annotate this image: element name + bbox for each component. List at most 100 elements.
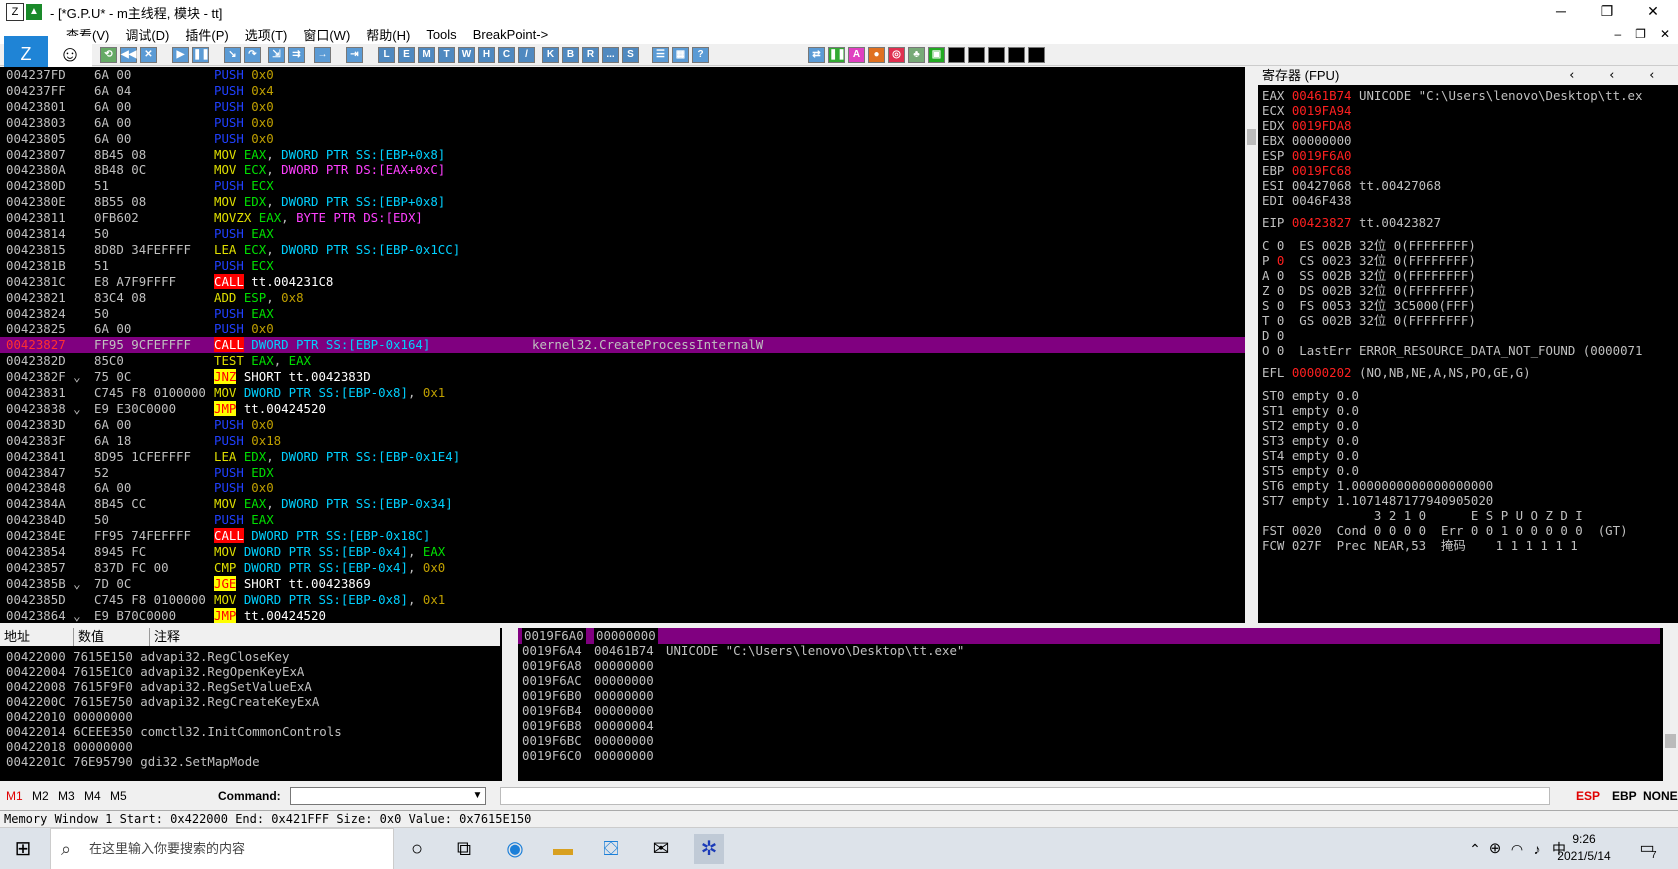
disasm-row[interactable]: 0042385B ⌄ 7D 0C JGE SHORT tt.00423869: [0, 575, 1245, 592]
fpu-control-word[interactable]: FCW 027F Prec NEAR,53 掩码 1 1 1 1 1 1: [1262, 538, 1578, 554]
register-value[interactable]: 0019FDA8: [1292, 118, 1352, 133]
dump-row[interactable]: 00422004 7615E1C0 advapi32.RegOpenKeyExA: [6, 664, 304, 680]
flag-line[interactable]: O 0 LastErr ERROR_RESOURCE_DATA_NOT_FOUN…: [1262, 343, 1642, 359]
flag-line[interactable]: Z 0 DS 002B 32位 0(FFFFFFFF): [1262, 283, 1476, 299]
register-line[interactable]: ECX 0019FA94: [1262, 103, 1352, 119]
app-icon[interactable]: Z: [6, 3, 24, 21]
step-over-icon[interactable]: ↷: [244, 47, 261, 63]
target-icon[interactable]: ◎: [888, 47, 905, 63]
flag-line[interactable]: P 0 CS 0023 32位 0(FFFFFFFF): [1262, 253, 1476, 269]
edge-icon[interactable]: ◉: [500, 834, 530, 864]
dump-row[interactable]: 0042201C 76E95790 gdi32.SetMapMode: [6, 754, 260, 770]
disasm-row[interactable]: 00423864 ⌄ E9 B70C0000 JMP tt.00424520: [0, 607, 1245, 623]
pause-green-icon[interactable]: ❚❚: [828, 47, 846, 63]
stack-row[interactable]: 0019F6BC 00000000: [518, 733, 1660, 749]
fpu-register-line[interactable]: ST1 empty 0.0: [1262, 403, 1359, 419]
debugger-app-icon[interactable]: ✲: [694, 834, 724, 864]
store-icon[interactable]: ⛋: [596, 834, 626, 864]
fpu-register-line[interactable]: ST6 empty 1.0000000000000000000: [1262, 478, 1493, 494]
close-button[interactable]: ✕: [1630, 0, 1676, 24]
black-button-2[interactable]: [968, 47, 985, 63]
register-value[interactable]: 0046F438: [1292, 193, 1352, 208]
flag-line[interactable]: C 0 ES 002B 32位 0(FFFFFFFF): [1262, 238, 1476, 254]
cortana-icon[interactable]: ○: [402, 834, 432, 864]
close-process-icon[interactable]: ✕: [140, 47, 157, 63]
tb-letter-e[interactable]: E: [398, 47, 415, 63]
disasm-row[interactable]: 0042382F ⌄ 75 0C JNZ SHORT tt.0042383D: [0, 369, 1245, 385]
register-line[interactable]: EDX 0019FDA8: [1262, 118, 1352, 134]
mdi-close-button[interactable]: ✕: [1660, 24, 1670, 44]
flag-line[interactable]: D 0: [1262, 328, 1284, 344]
disasm-row[interactable]: 00423825 6A 00 PUSH 0x0: [0, 321, 1245, 337]
register-line[interactable]: EDI 0046F438: [1262, 193, 1352, 209]
register-line[interactable]: EBX 00000000: [1262, 133, 1352, 149]
disasm-row[interactable]: 00423838 ⌄ E9 E30C0000 JMP tt.00424520: [0, 400, 1245, 417]
stack-row[interactable]: 0019F6A0 00000000: [518, 628, 1660, 644]
disasm-row[interactable]: 00423803 6A 00 PUSH 0x0: [0, 115, 1245, 131]
disasm-row[interactable]: 0042382D 85C0 TEST EAX, EAX: [0, 353, 1245, 369]
disasm-row[interactable]: 00423847 52 PUSH EDX: [0, 465, 1245, 481]
fpu-register-line[interactable]: ST2 empty 0.0: [1262, 418, 1359, 434]
register-line-eip[interactable]: EIP 00423827 tt.00423827: [1262, 215, 1441, 231]
goto-icon[interactable]: ⇥: [346, 47, 363, 63]
fpu-register-line[interactable]: ST0 empty 0.0: [1262, 388, 1359, 404]
tb-letter-t[interactable]: T: [438, 47, 455, 63]
grid-icon[interactable]: ▦: [672, 47, 689, 63]
dump-col-value[interactable]: 数值: [74, 628, 150, 646]
disasm-row[interactable]: 0042381C E8 A7F9FFFF CALL tt.004231C8: [0, 273, 1245, 290]
tb-letter-r[interactable]: R: [582, 47, 599, 63]
disasm-row[interactable]: 0042380A 8B48 0C MOV ECX, DWORD PTR DS:[EA…: [0, 162, 1245, 178]
disasm-row[interactable]: 00423814 50 PUSH EAX: [0, 226, 1245, 242]
notification-icon[interactable]: ▭: [1632, 834, 1662, 864]
registers-nav-left-1[interactable]: ‹: [1568, 67, 1576, 85]
register-value[interactable]: 00423827: [1292, 215, 1352, 230]
fpu-status-word[interactable]: FST 0020 Cond 0 0 0 0 Err 0 0 1 0 0 0 0 …: [1262, 523, 1628, 539]
menu-debug[interactable]: 调试(D): [117, 25, 177, 44]
stack-row[interactable]: 0019F6C0 00000000: [518, 748, 1660, 764]
reg-ebp-toggle[interactable]: EBP: [1612, 786, 1637, 806]
tb-letter-h[interactable]: H: [478, 47, 495, 63]
stack-row[interactable]: 0019F6AC 00000000: [518, 673, 1660, 689]
step-into-icon[interactable]: ↘: [224, 47, 241, 63]
black-button-1[interactable]: [948, 47, 965, 63]
list-icon[interactable]: ☰: [652, 47, 669, 63]
registers-nav-left-2[interactable]: ‹: [1608, 67, 1616, 85]
disassembly-pane[interactable]: 004237FD 6A 00 PUSH 0x0 004237FF 6A 04 PUSH 0…: [0, 67, 1245, 623]
disasm-row[interactable]: 00423807 8B45 08 MOV EAX, DWORD PTR SS:[EB…: [0, 147, 1245, 163]
menu-window[interactable]: 窗口(W): [295, 25, 358, 44]
stack-scrollbar[interactable]: [1663, 628, 1678, 781]
disasm-row[interactable]: 0042380D 51 PUSH ECX: [0, 178, 1245, 194]
disasm-row[interactable]: 0042383F 6A 18 PUSH 0x18: [0, 433, 1245, 449]
flag-line[interactable]: S 0 FS 0053 32位 3C5000(FFF): [1262, 298, 1476, 314]
register-line[interactable]: EBP 0019FC68: [1262, 163, 1352, 179]
disasm-row[interactable]: 00423854 8945 FC MOV DWORD PTR SS:[EBP-0x4…: [0, 544, 1245, 560]
disasm-row[interactable]: 00423831 C745 F8 0100000 MOV DWORD PTR SS:…: [0, 385, 1245, 401]
dump-row[interactable]: 00422014 6CEEE350 comctl32.InitCommonCon…: [6, 724, 342, 740]
maximize-button[interactable]: ❐: [1584, 0, 1630, 24]
file-explorer-icon[interactable]: ▬: [548, 834, 578, 864]
run-icon[interactable]: ▶: [172, 47, 189, 63]
disasm-row[interactable]: 0042381B 51 PUSH ECX: [0, 258, 1245, 274]
disasm-row[interactable]: 00423811 0FB602 MOVZX EAX, BYTE PTR DS:[ED…: [0, 210, 1245, 226]
tb-letter-slash[interactable]: /: [518, 47, 535, 63]
fpu-register-line[interactable]: ST4 empty 0.0: [1262, 448, 1359, 464]
register-value[interactable]: 00000000: [1292, 133, 1352, 148]
mdi-minimize-button[interactable]: –: [1614, 24, 1621, 44]
black-button-3[interactable]: [988, 47, 1005, 63]
menu-options[interactable]: 选项(T): [237, 25, 296, 44]
fpu-register-line[interactable]: ST5 empty 0.0: [1262, 463, 1359, 479]
black-button-5[interactable]: [1028, 47, 1045, 63]
register-line[interactable]: ESP 0019F6A0: [1262, 148, 1352, 164]
register-line[interactable]: EAX 00461B74 UNICODE "C:\Users\lenovo\De…: [1262, 88, 1642, 104]
stack-row[interactable]: 0019F6B8 00000004: [518, 718, 1660, 734]
register-line[interactable]: ESI 00427068 tt.00427068: [1262, 178, 1441, 194]
flag-line[interactable]: A 0 SS 002B 32位 0(FFFFFFFF): [1262, 268, 1476, 284]
taskbar-search[interactable]: ⌕ 在这里输入你要搜索的内容: [50, 828, 394, 869]
mark-m4[interactable]: M4: [84, 786, 101, 806]
execute-till-return-icon[interactable]: →: [314, 47, 331, 63]
disassembly-scrollbar[interactable]: [1245, 67, 1258, 623]
tb-letter-k[interactable]: K: [542, 47, 559, 63]
tb-letter-b[interactable]: B: [562, 47, 579, 63]
dump-col-address[interactable]: 地址: [0, 628, 74, 646]
disasm-row[interactable]: 00423857 837D FC 00 CMP DWORD PTR SS:[EBP-…: [0, 560, 1245, 576]
